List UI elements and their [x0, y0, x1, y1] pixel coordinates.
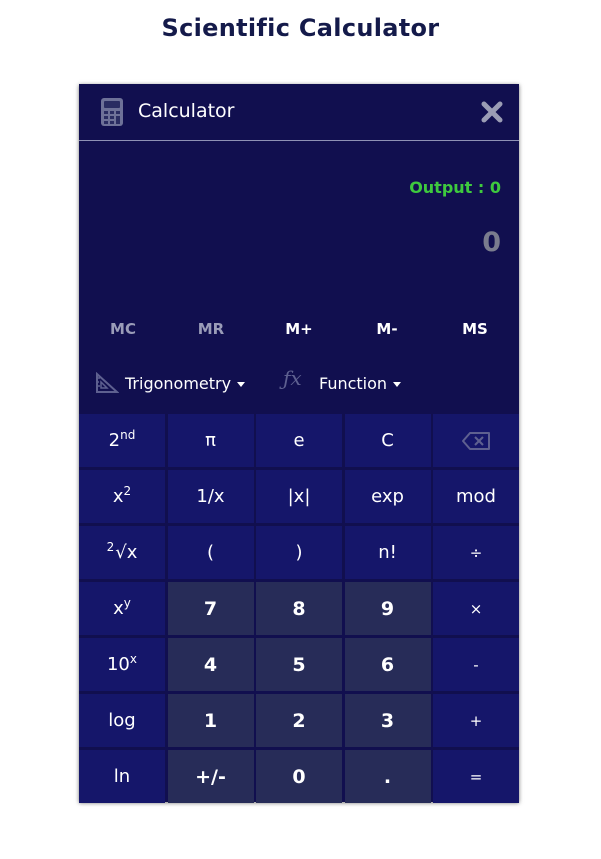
- page-title: Scientific Calculator: [161, 14, 440, 42]
- memory-clear-button[interactable]: MC: [79, 312, 167, 346]
- calculator-panel: Calculator Output : 0 0 MC MR M+ M- MS T…: [79, 84, 519, 803]
- equals-key[interactable]: =: [433, 750, 519, 803]
- close-paren-key[interactable]: ): [256, 526, 342, 579]
- add-key[interactable]: +: [433, 694, 519, 747]
- function-icon: ƒx: [283, 366, 302, 390]
- reciprocal-key[interactable]: 1/x: [167, 470, 254, 523]
- exp-key[interactable]: exp: [344, 470, 431, 523]
- digit-9-key[interactable]: 9: [344, 582, 431, 635]
- digit-3-key[interactable]: 3: [344, 694, 431, 747]
- decimal-key[interactable]: .: [344, 750, 431, 803]
- digit-0-key[interactable]: 0: [256, 750, 342, 803]
- chevron-down-icon: [393, 382, 402, 387]
- subtract-key[interactable]: -: [433, 638, 519, 691]
- second-function-key[interactable]: 2nd: [79, 414, 165, 467]
- trigonometry-dropdown[interactable]: Trigonometry: [125, 366, 246, 402]
- digit-6-key[interactable]: 6: [344, 638, 431, 691]
- euler-key[interactable]: e: [256, 414, 342, 467]
- digit-8-key[interactable]: 8: [256, 582, 342, 635]
- square-key[interactable]: x2: [79, 470, 165, 523]
- memory-store-button[interactable]: MS: [431, 312, 519, 346]
- digit-1-key[interactable]: 1: [167, 694, 254, 747]
- keypad: 2nd π e C x2 1/x |x| exp mod 2 √x ( ) n! …: [79, 414, 519, 803]
- square-root-key[interactable]: 2 √x: [79, 526, 165, 579]
- mod-key[interactable]: mod: [433, 470, 519, 523]
- digit-2-key[interactable]: 2: [256, 694, 342, 747]
- factorial-key[interactable]: n!: [344, 526, 431, 579]
- calculator-display: Output : 0 0: [79, 141, 519, 301]
- calculator-icon: [101, 98, 123, 126]
- memory-add-button[interactable]: M+: [255, 312, 343, 346]
- absolute-value-key[interactable]: |x|: [256, 470, 342, 523]
- app-title: Calculator: [138, 100, 235, 122]
- pi-key[interactable]: π: [167, 414, 254, 467]
- digit-7-key[interactable]: 7: [167, 582, 254, 635]
- power-key[interactable]: xy: [79, 582, 165, 635]
- digit-5-key[interactable]: 5: [256, 638, 342, 691]
- calculator-titlebar: Calculator: [79, 84, 519, 141]
- log-key[interactable]: log: [79, 694, 165, 747]
- memory-subtract-button[interactable]: M-: [343, 312, 431, 346]
- multiply-key[interactable]: ×: [433, 582, 519, 635]
- memory-row: MC MR M+ M- MS: [79, 312, 519, 346]
- backspace-icon: [462, 431, 490, 450]
- open-paren-key[interactable]: (: [167, 526, 254, 579]
- output-label: Output : 0: [409, 178, 501, 197]
- divide-key[interactable]: ÷: [433, 526, 519, 579]
- backspace-key[interactable]: [433, 414, 519, 467]
- ten-power-key[interactable]: 10 x: [79, 638, 165, 691]
- chevron-down-icon: [237, 382, 246, 387]
- trigonometry-label: Trigonometry: [125, 374, 232, 393]
- clear-key[interactable]: C: [344, 414, 431, 467]
- function-label: Function: [319, 374, 388, 393]
- negate-key[interactable]: +/-: [167, 750, 254, 803]
- result-value: 0: [482, 227, 501, 258]
- function-dropdown[interactable]: Function: [319, 366, 402, 402]
- triangle-ruler-icon: [96, 372, 119, 393]
- natural-log-key[interactable]: ln: [79, 750, 165, 803]
- close-icon[interactable]: [481, 101, 503, 123]
- memory-recall-button[interactable]: MR: [167, 312, 255, 346]
- dropdown-row: Trigonometry ƒx Function: [79, 366, 519, 402]
- digit-4-key[interactable]: 4: [167, 638, 254, 691]
